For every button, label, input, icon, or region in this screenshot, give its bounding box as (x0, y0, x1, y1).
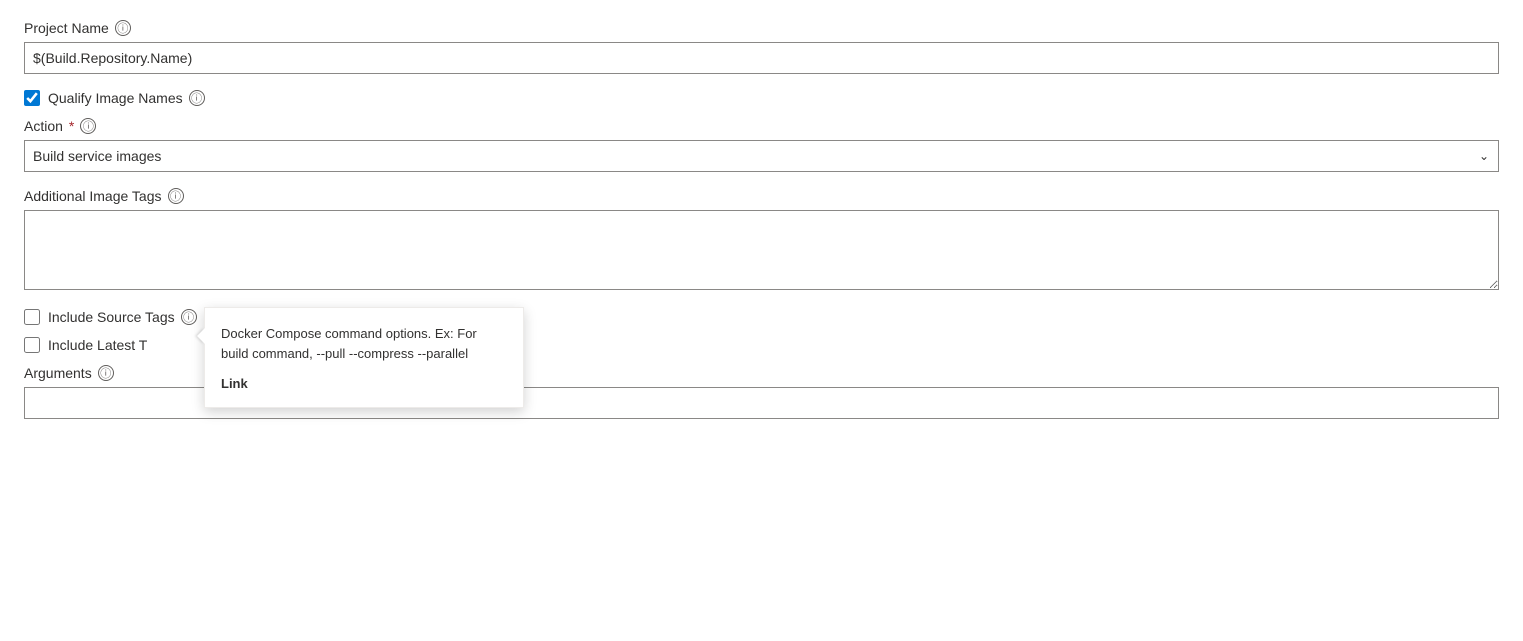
include-latest-tag-checkbox[interactable] (24, 337, 40, 353)
tooltip-arrow (197, 328, 205, 344)
project-name-label: Project Name ⓘ (24, 20, 1499, 36)
additional-image-tags-section: Additional Image Tags ⓘ (24, 188, 1499, 293)
project-name-label-text: Project Name (24, 20, 109, 36)
action-select-wrapper: Build service images Push service images… (24, 140, 1499, 172)
include-latest-tag-label: Include Latest T (48, 337, 147, 353)
qualify-image-names-section: Qualify Image Names ⓘ (24, 90, 1499, 106)
arguments-info-icon[interactable]: ⓘ (98, 365, 114, 381)
action-info-icon[interactable]: ⓘ (80, 118, 96, 134)
additional-image-tags-info-icon[interactable]: ⓘ (168, 188, 184, 204)
additional-image-tags-label: Additional Image Tags ⓘ (24, 188, 1499, 204)
action-section: Action * ⓘ Build service images Push ser… (24, 118, 1499, 172)
qualify-image-names-info-icon[interactable]: ⓘ (189, 90, 205, 106)
additional-image-tags-label-text: Additional Image Tags (24, 188, 162, 204)
additional-image-tags-textarea[interactable] (24, 210, 1499, 290)
tooltip-link[interactable]: Link (221, 376, 248, 391)
project-name-section: Project Name ⓘ (24, 20, 1499, 74)
action-select[interactable]: Build service images Push service images… (24, 140, 1499, 172)
include-source-tags-label: Include Source Tags ⓘ (48, 309, 197, 325)
include-source-tags-checkbox[interactable] (24, 309, 40, 325)
qualify-image-names-label: Qualify Image Names ⓘ (48, 90, 205, 106)
include-source-tags-info-icon[interactable]: ⓘ (181, 309, 197, 325)
project-name-info-icon[interactable]: ⓘ (115, 20, 131, 36)
tooltip-text: Docker Compose command options. Ex: For … (221, 324, 507, 363)
qualify-image-names-checkbox[interactable] (24, 90, 40, 106)
include-latest-tag-section: Include Latest T Docker Compose command … (24, 337, 1499, 353)
arguments-label-text: Arguments (24, 365, 92, 381)
action-required-indicator: * (69, 118, 74, 134)
action-label-text: Action (24, 118, 63, 134)
arguments-tooltip-popup: Docker Compose command options. Ex: For … (204, 307, 524, 408)
action-label-row: Action * ⓘ (24, 118, 1499, 134)
project-name-input[interactable] (24, 42, 1499, 74)
